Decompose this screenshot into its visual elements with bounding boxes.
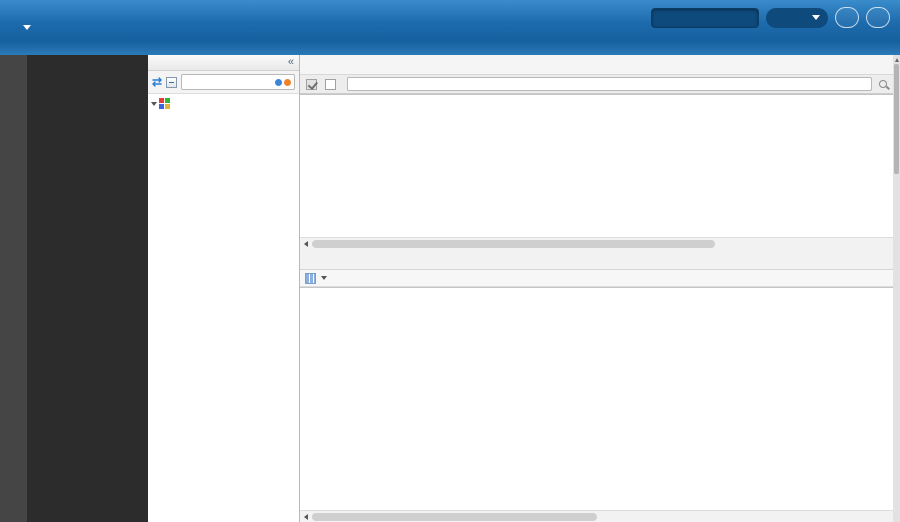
quick-filter-input[interactable] [347, 77, 872, 91]
advanced-search-button[interactable] [866, 7, 890, 28]
logo-dropdown-icon [23, 25, 31, 30]
page-vscrollbar [893, 55, 900, 522]
detail-table-rows [300, 288, 893, 510]
detail-table-hscrollbar [300, 510, 893, 522]
tree-panel: « ⇄ [148, 55, 300, 522]
tree-root-node[interactable] [148, 96, 299, 111]
main-panel [300, 55, 893, 522]
detail-tab-bar [300, 249, 893, 270]
category-grid-icon [159, 98, 170, 109]
chevron-down-icon [812, 15, 820, 20]
global-search-input[interactable] [651, 7, 759, 28]
tree-refresh-icon[interactable]: ⇄ [152, 75, 162, 89]
hscroll-thumb[interactable] [312, 512, 597, 521]
collapse-panel-icon[interactable]: « [288, 57, 294, 68]
app-window: « ⇄ [0, 0, 900, 522]
product-table-rows [300, 95, 893, 237]
tree-search-go-icon[interactable] [275, 78, 282, 86]
tree-panel-header: « [148, 55, 299, 71]
scroll-up-icon[interactable] [893, 55, 900, 64]
filter-row [300, 75, 893, 94]
tree-expand-all-icon[interactable] [166, 76, 178, 88]
grid-icon [305, 272, 316, 284]
workspace-checkbox[interactable] [325, 78, 336, 90]
product-table-hscrollbar [300, 237, 893, 249]
chevron-down-icon [321, 276, 327, 280]
tree-body [148, 94, 299, 522]
chipjet-logo[interactable] [0, 0, 45, 55]
header-right [651, 0, 900, 55]
search-category-select[interactable] [766, 7, 828, 28]
chevron-down-icon [151, 101, 157, 107]
scroll-left-icon[interactable] [300, 238, 312, 249]
hscroll-thumb[interactable] [312, 239, 716, 248]
search-button[interactable] [835, 7, 859, 28]
scroll-left-icon[interactable] [300, 511, 312, 522]
nav-rail [0, 55, 27, 522]
search-icon [879, 80, 887, 88]
product-toolbar [300, 55, 893, 75]
sidebar-menu [27, 55, 148, 522]
page-body: « ⇄ [0, 55, 900, 522]
vscroll-thumb[interactable] [894, 64, 899, 174]
top-header [0, 0, 900, 55]
detail-toolbar [300, 270, 893, 287]
tree-search-clear-icon[interactable] [284, 78, 291, 86]
archive-checkbox[interactable] [306, 78, 317, 90]
view-mode-dropdown[interactable] [305, 272, 327, 284]
tree-search-input[interactable] [181, 74, 295, 90]
tree-toolbar: ⇄ [148, 71, 299, 94]
header-search-row [651, 7, 890, 28]
